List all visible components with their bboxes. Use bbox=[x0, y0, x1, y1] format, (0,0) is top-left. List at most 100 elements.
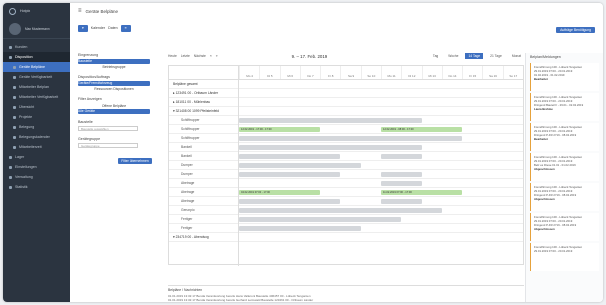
view-button[interactable]: Tag bbox=[430, 53, 441, 59]
group-row[interactable]: ▸ 181011 00 - Mühlenbau bbox=[169, 98, 238, 107]
group-row[interactable]: ▸ 123491 00 - Ortbaum Länder bbox=[169, 89, 238, 98]
operating-group-link[interactable]: Betriebsgruppe bbox=[78, 64, 150, 69]
orders-button[interactable]: Aufträge Benötigung bbox=[556, 27, 595, 33]
view-button[interactable]: Woche bbox=[445, 53, 461, 59]
filter-panel: Eingrenzung Baustelle Betriebsgruppe Dis… bbox=[78, 47, 158, 164]
booking-bar[interactable]: 04.02.2019 07:00 - 17:00 bbox=[239, 190, 321, 195]
notification-card[interactable]: Fremdfirmung 100 - Lübeck Tenganten 29.01… bbox=[530, 243, 599, 271]
planner-grid: Belpläne gesamt ▸ 123491 00 - Ortbaum Län… bbox=[168, 65, 524, 266]
resource-row[interactable]: Abetrage bbox=[169, 197, 238, 206]
notification-card[interactable]: Fremdfirmung 100 - Lübeck Tenganten 29.01… bbox=[530, 93, 599, 121]
notifications-title: Belplan/Meldungen bbox=[530, 55, 561, 59]
resource-row[interactable]: Dumper bbox=[169, 161, 238, 170]
booking-bar[interactable] bbox=[381, 172, 422, 177]
card-l1: 29.01.2019 07:00 - 20.01.2019 bbox=[534, 249, 573, 253]
resource-row[interactable]: Fertiger bbox=[169, 224, 238, 233]
resource-row[interactable]: Schilftrupper bbox=[169, 116, 238, 125]
prev-arrow-icon[interactable]: « bbox=[210, 54, 212, 58]
next-arrow-icon[interactable]: » bbox=[216, 54, 218, 58]
sidebar-item[interactable]: Geräte Belpläne bbox=[3, 62, 70, 72]
user-profile[interactable]: Max Mustermann bbox=[3, 19, 70, 39]
booking-bar[interactable] bbox=[239, 208, 442, 213]
resource-dispo-link[interactable]: Ressourcen Dispositionen bbox=[78, 86, 150, 91]
day-cell: Fr 8 bbox=[320, 66, 340, 79]
sidebar-item[interactable]: Projekte bbox=[3, 112, 70, 122]
resource-row[interactable]: Gerunpio bbox=[169, 206, 238, 215]
resource-row[interactable]: Abetrage bbox=[169, 179, 238, 188]
booking-bar[interactable] bbox=[239, 118, 422, 123]
resource-row[interactable]: Schilftrupper bbox=[169, 134, 238, 143]
apply-filter-button[interactable]: Filter übernehmen bbox=[118, 158, 152, 164]
data-label[interactable]: Daten bbox=[108, 26, 118, 30]
booking-bar[interactable]: 12.02.2019 - 08:00 - 17:00 bbox=[381, 127, 463, 132]
sidebar-item[interactable]: Disposition bbox=[3, 52, 70, 62]
app-window: Hotpix Max Mustermann Kunden Disposition G… bbox=[3, 3, 603, 302]
calendar-label[interactable]: Kalender bbox=[91, 26, 105, 30]
list-button[interactable]: ≡ bbox=[120, 24, 131, 32]
booking-bar[interactable]: 12.02.2019 - 17:00 - 17:00 bbox=[239, 127, 321, 132]
nav-icon bbox=[9, 45, 12, 49]
sidebar-item[interactable]: Kunden bbox=[3, 42, 70, 52]
booking-bar[interactable] bbox=[381, 199, 422, 204]
notification-card[interactable]: Fremdfirmung 100 - Lübeck Tenganten 29.01… bbox=[530, 123, 599, 151]
notification-card[interactable]: Fremdfirmung 100 - Lübeck Tenganten 29.01… bbox=[530, 213, 599, 241]
next-button[interactable]: Nächste bbox=[194, 54, 206, 58]
previous-button[interactable]: Letzte bbox=[181, 54, 190, 58]
booking-bar[interactable] bbox=[239, 172, 341, 177]
group-row[interactable]: Belpläne gesamt bbox=[169, 80, 238, 89]
menu-icon[interactable]: ≡ bbox=[78, 8, 82, 14]
resource-row[interactable]: Schilftrupper bbox=[169, 125, 238, 134]
notification-card[interactable]: Fremdfirmung 100 - Lübeck Tenganten 29.01… bbox=[530, 63, 599, 91]
sidebar-item-label: Mitarbeiterzeit bbox=[19, 145, 42, 149]
open-plans-link[interactable]: Offene Belpläne bbox=[78, 103, 150, 108]
planner-header: Heute Letzte Nächste « » 9. – 17. Feb. 2… bbox=[168, 53, 524, 59]
booking-bar[interactable] bbox=[239, 217, 402, 222]
sidebar-item[interactable]: Lager bbox=[3, 152, 70, 162]
booking-bar[interactable] bbox=[239, 145, 422, 150]
sidebar-item[interactable]: Belegung bbox=[3, 122, 70, 132]
today-button[interactable]: Heute bbox=[168, 54, 177, 58]
group-select[interactable]: Gerätegruppe bbox=[78, 143, 138, 148]
sidebar-item[interactable]: Belegungskalender bbox=[3, 132, 70, 142]
sidebar-item[interactable]: Mitarbeiterzeit bbox=[3, 142, 70, 152]
resource-row[interactable]: Bankeil bbox=[169, 143, 238, 152]
sidebar-item-label: Lager bbox=[15, 155, 25, 159]
nav-icon bbox=[9, 185, 12, 189]
sidebar-item[interactable]: Einstellungen bbox=[3, 162, 70, 172]
notification-card[interactable]: Fremdfirmung 100 - Lübeck Tenganten 29.01… bbox=[530, 153, 599, 181]
timeline-row: 12.02.2019 - 17:00 - 17:00 12.02.2019 - 0… bbox=[239, 125, 523, 134]
sidebar-item[interactable]: Übersicht bbox=[3, 102, 70, 112]
timeline-row bbox=[239, 197, 523, 206]
booking-bar[interactable] bbox=[239, 154, 341, 159]
group-row[interactable]: ▾ 321408 00 1099 Pfeilsteinfeld bbox=[169, 107, 238, 116]
booking-bar[interactable] bbox=[239, 226, 361, 231]
view-button[interactable]: 14 Tage bbox=[465, 53, 484, 59]
footer-title: Belpläne / Nachrichten bbox=[168, 288, 203, 292]
site-select[interactable]: Baustelle auswählen bbox=[78, 126, 138, 131]
all-equipment-button[interactable]: Alle Geräte bbox=[78, 109, 150, 114]
timeline-row bbox=[239, 215, 523, 224]
resource-row[interactable]: Bankeil bbox=[169, 152, 238, 161]
view-button[interactable]: Monat bbox=[509, 53, 524, 59]
resource-row[interactable]: Fertiger bbox=[169, 215, 238, 224]
group-row[interactable]: ▾ 234719 00 - Abendsog bbox=[169, 233, 238, 242]
sidebar-item[interactable]: Mitarbeiter Verfügbarkeit bbox=[3, 92, 70, 102]
day-header: Mo 4 Di 5 Mi 6 Do 7 Fr 8 Sa 9 So 10 Mo 11 Di 12 M… bbox=[239, 66, 523, 80]
resource-row[interactable]: Dumper bbox=[169, 170, 238, 179]
day-cell: Mo 11 bbox=[380, 66, 401, 79]
sidebar-item[interactable]: Verwaltung bbox=[3, 172, 70, 182]
sidebar-item[interactable]: Mitarbeiter Belplan bbox=[3, 82, 70, 92]
booking-bar[interactable] bbox=[239, 136, 463, 141]
sidebar-item[interactable]: Statistik bbox=[3, 182, 70, 192]
resource-row[interactable]: Abetrage bbox=[169, 188, 238, 197]
booking-bar[interactable] bbox=[381, 181, 422, 186]
notification-card[interactable]: Fremdfirmung 100 - Lübeck Tenganten 29.01… bbox=[530, 183, 599, 211]
booking-bar[interactable]: 11.02.2019 07:00 - 17:00 bbox=[381, 190, 463, 195]
view-switcher: Tag Woche 14 Tage 21 Tage Monat bbox=[430, 53, 524, 59]
calendar-button[interactable]: ▾ bbox=[78, 24, 88, 32]
booking-bar[interactable] bbox=[239, 199, 341, 204]
booking-bar[interactable] bbox=[381, 154, 422, 159]
booking-bar[interactable] bbox=[239, 163, 361, 168]
view-button[interactable]: 21 Tage bbox=[487, 53, 505, 59]
sidebar-item[interactable]: Geräte Verfügbarkeit bbox=[3, 72, 70, 82]
